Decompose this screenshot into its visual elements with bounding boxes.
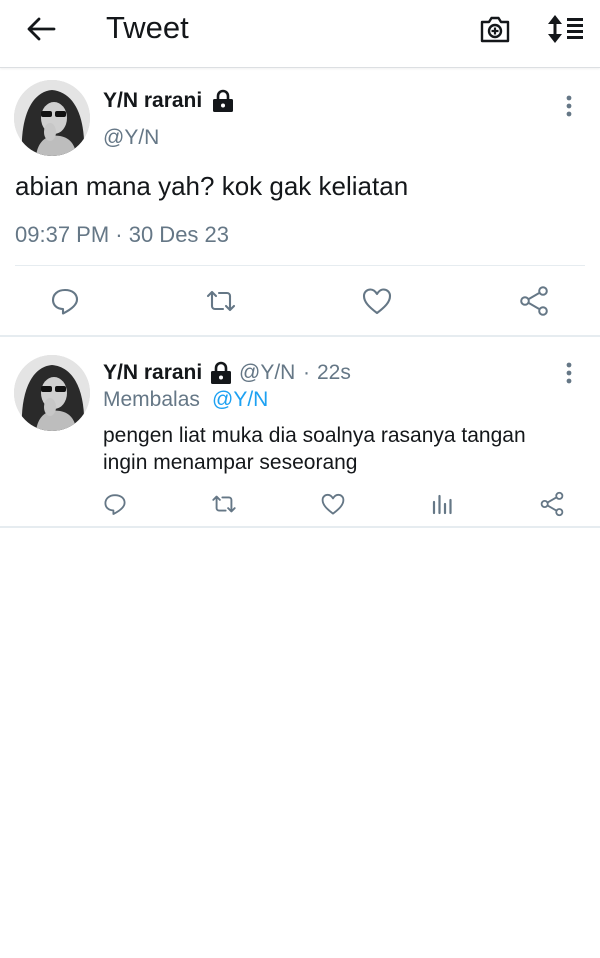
analytics-icon [432, 494, 452, 515]
tweet-timestamp: 09:37 PM · 30 Des 23 [15, 222, 230, 247]
section-divider [0, 526, 600, 528]
camera-icon [480, 16, 510, 43]
retweet-icon [206, 290, 236, 312]
tweet-age: 22s [317, 361, 351, 384]
share-button[interactable] [517, 284, 551, 318]
more-options-button[interactable] [556, 92, 582, 120]
page-title: Tweet [106, 10, 189, 45]
reply-icon [104, 494, 126, 515]
retweet-button[interactable] [204, 284, 238, 318]
reply-button[interactable] [101, 490, 129, 518]
separator-dot: · [303, 361, 310, 384]
top-app-bar: Tweet [0, 0, 600, 68]
back-arrow-icon [27, 17, 56, 41]
camera-button[interactable] [476, 10, 514, 48]
like-button[interactable] [319, 490, 347, 518]
display-name[interactable]: Y/N rarani [103, 89, 202, 113]
avatar[interactable] [14, 355, 90, 431]
share-button[interactable] [538, 490, 566, 518]
more-vertical-icon [566, 95, 572, 117]
replying-to-link[interactable]: @Y/N [212, 388, 268, 412]
tweet-text: abian mana yah? kok gak keliatan [15, 171, 409, 201]
avatar[interactable] [14, 80, 90, 156]
share-icon [520, 286, 548, 316]
sort-icon [548, 15, 583, 43]
reply-button[interactable] [48, 284, 82, 318]
more-vertical-icon [566, 362, 572, 384]
back-button[interactable] [22, 12, 60, 46]
analytics-button[interactable] [428, 490, 456, 518]
user-handle[interactable]: @Y/N [103, 126, 159, 150]
tweet-text: pengen liat muka dia soalnya rasanya tan… [103, 424, 526, 474]
retweet-button[interactable] [210, 490, 238, 518]
section-divider [0, 335, 600, 337]
replying-to-label: Membalas [103, 388, 200, 411]
like-icon [321, 493, 345, 515]
display-name[interactable]: Y/N rarani [103, 361, 202, 385]
lock-icon [211, 361, 231, 384]
sort-button[interactable] [544, 10, 586, 48]
retweet-icon [212, 495, 236, 513]
share-icon [540, 491, 564, 517]
divider [15, 265, 585, 266]
like-icon [362, 288, 392, 315]
lock-icon [213, 89, 233, 112]
like-button[interactable] [360, 284, 394, 318]
more-options-button[interactable] [556, 361, 582, 385]
reply-icon [51, 288, 79, 315]
user-handle[interactable]: @Y/N [239, 361, 295, 385]
